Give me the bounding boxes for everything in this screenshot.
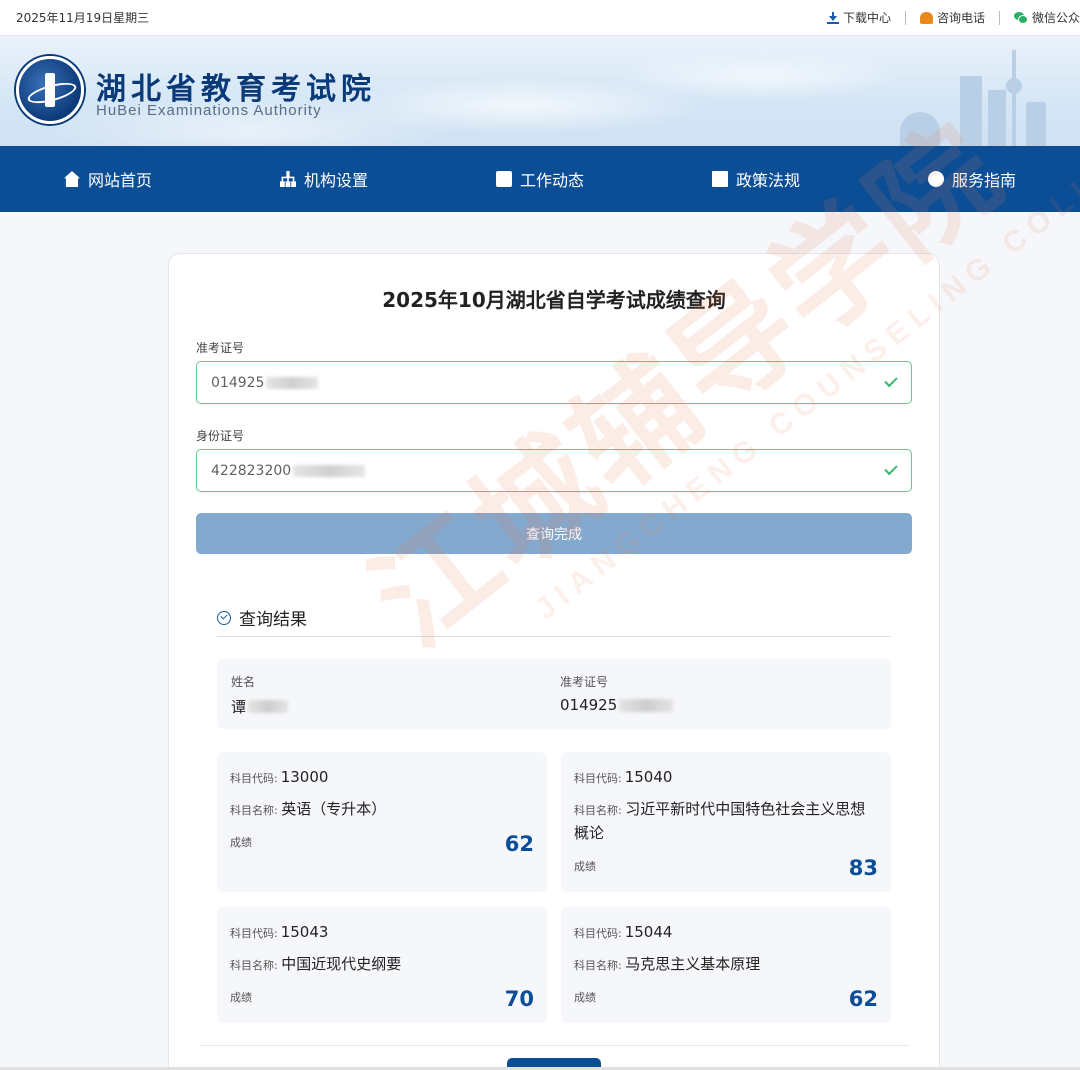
masked-text <box>266 376 319 389</box>
score-value: 62 <box>848 987 878 1011</box>
id-card-input[interactable]: 422823200 <box>196 449 912 492</box>
nav-item-work-news[interactable]: 工作动态 <box>478 167 602 191</box>
nav-item-home[interactable]: 网站首页 <box>46 167 170 191</box>
wechat-icon <box>1013 11 1028 24</box>
result-heading-text: 查询结果 <box>239 610 307 630</box>
exam-id-result-label: 准考证号 <box>560 675 609 689</box>
subject-card: 科目代码: 15043 科目名称: 中国近现代史纲要 成绩 70 <box>217 907 547 1023</box>
subject-code: 科目代码: 15040 <box>574 768 673 786</box>
wechat-link[interactable]: 微信公众 <box>1000 9 1080 26</box>
nav-item-label: 网站首页 <box>87 171 152 190</box>
skyline-illustration <box>900 46 1060 146</box>
circle-check-icon <box>217 610 231 625</box>
nav-item-label: 机构设置 <box>303 171 368 190</box>
download-icon <box>826 11 839 24</box>
exam-id-label: 准考证号 <box>196 341 245 355</box>
score-value: 83 <box>848 856 878 880</box>
subject-score: 成绩 70 <box>230 987 534 1011</box>
exam-id-input[interactable]: 014925 <box>196 361 912 404</box>
subject-card: 科目代码: 15040 科目名称: 习近平新时代中国特色社会主义思想概论 成绩 83 <box>561 752 891 892</box>
score-value: 62 <box>504 832 534 856</box>
subject-name: 科目名称: 习近平新时代中国特色社会主义思想概论 <box>574 799 866 842</box>
page-title: 2025年10月湖北省自学考试成绩查询 <box>382 288 726 312</box>
nav-item-label: 服务指南 <box>951 171 1016 190</box>
subject-code: 科目代码: 13000 <box>230 768 329 786</box>
subject-score: 成绩 83 <box>574 856 878 880</box>
id-card-value: 422823200 <box>211 463 366 479</box>
subject-score: 成绩 62 <box>230 832 534 856</box>
subject-name: 科目名称: 中国近现代史纲要 <box>230 954 402 973</box>
main-nav: 网站首页 机构设置 工作动态 政策法规 服务指南 <box>0 146 1080 212</box>
exam-id-result-value: 014925 <box>560 696 674 714</box>
score-query-card: 2025年10月湖北省自学考试成绩查询 准考证号 014925 身份证号 422… <box>168 253 940 1070</box>
id-card-label: 身份证号 <box>196 429 245 443</box>
consult-phone-label: 咨询电话 <box>936 11 985 25</box>
check-icon <box>884 373 898 388</box>
name-value: 谭 <box>231 696 289 717</box>
site-title-en: HuBei Examinations Authority <box>96 102 322 119</box>
exam-id-value: 014925 <box>211 375 319 391</box>
site-banner: 湖北省教育考试院 HuBei Examinations Authority <box>0 36 1080 146</box>
wechat-label: 微信公众 <box>1031 11 1080 25</box>
exam-id-field: 准考证号 014925 <box>560 673 674 714</box>
nav-item-label: 政策法规 <box>735 171 800 190</box>
score-value: 70 <box>504 987 534 1011</box>
phone-icon <box>919 11 933 24</box>
news-icon <box>495 171 512 187</box>
home-icon <box>63 171 80 187</box>
consult-phone-link[interactable]: 咨询电话 <box>906 9 999 26</box>
current-date: 2025年11月19日星期三 <box>16 11 150 25</box>
download-center-label: 下载中心 <box>842 11 891 25</box>
result-heading: 查询结果 <box>217 599 891 637</box>
nav-item-service-guide[interactable]: 服务指南 <box>910 167 1034 191</box>
candidate-info: 姓名 谭 准考证号 014925 <box>217 659 891 729</box>
download-center-link[interactable]: 下载中心 <box>813 9 905 26</box>
subject-code: 科目代码: 15044 <box>574 923 673 941</box>
masked-text <box>248 700 289 713</box>
masked-text <box>619 698 674 712</box>
nav-item-label: 工作动态 <box>519 171 584 190</box>
subject-card: 科目代码: 13000 科目名称: 英语（专升本） 成绩 62 <box>217 752 547 892</box>
nav-item-organization[interactable]: 机构设置 <box>262 167 386 191</box>
subject-name: 科目名称: 马克思主义基本原理 <box>574 954 761 973</box>
check-icon <box>884 461 898 476</box>
top-links: 下载中心 咨询电话 微信公众 <box>813 0 1080 35</box>
logo-emblem-icon[interactable] <box>16 56 84 124</box>
name-label: 姓名 <box>231 675 256 689</box>
name-field: 姓名 谭 <box>231 673 289 717</box>
top-bar: 2025年11月19日星期三 下载中心 咨询电话 微信公众 <box>0 0 1080 36</box>
nav-item-policy[interactable]: 政策法规 <box>694 167 818 191</box>
masked-text <box>293 464 366 477</box>
subject-card: 科目代码: 15044 科目名称: 马克思主义基本原理 成绩 62 <box>561 907 891 1023</box>
compass-icon <box>927 171 944 187</box>
subject-name: 科目名称: 英语（专升本） <box>230 799 387 818</box>
divider <box>199 1045 909 1046</box>
subject-score: 成绩 62 <box>574 987 878 1011</box>
query-submit-button[interactable]: 查询完成 <box>196 513 912 554</box>
org-chart-icon <box>279 171 296 187</box>
book-icon <box>711 171 728 187</box>
subject-code: 科目代码: 15043 <box>230 923 329 941</box>
